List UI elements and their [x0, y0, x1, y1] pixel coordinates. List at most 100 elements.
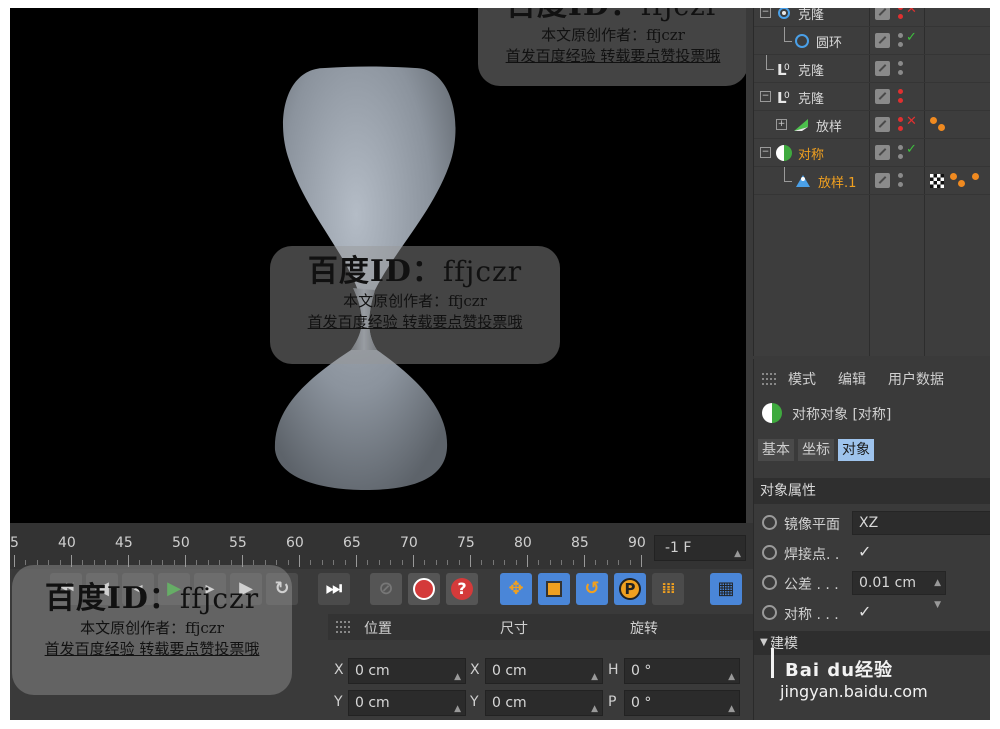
tick-minor [310, 560, 312, 565]
tick-minor [629, 560, 631, 565]
object-row-cloner[interactable]: − 克隆 ✕ [754, 8, 990, 27]
grip-icon[interactable] [336, 621, 350, 633]
rotation-p-input[interactable]: 0 °▲▼ [624, 690, 740, 716]
timeline-ruler[interactable]: 5 40 45 50 55 60 65 70 75 80 85 90 -1 F ▲… [10, 523, 753, 583]
menu-mode[interactable]: 模式 [788, 369, 816, 389]
tolerance-label: 公差 . . . [784, 577, 839, 593]
watermark-notice: 首发百度经验 转载要点赞投票哦 [307, 313, 523, 331]
mirror-plane-label: 镜像平面 [784, 517, 840, 533]
visibility-icon[interactable] [875, 173, 890, 188]
tick-minor [344, 560, 346, 565]
animate-radio[interactable] [762, 605, 777, 620]
watermark-top: 百度ID：ffjczr 本文原创作者：ffjczr 首发百度经验 转载要点赞投票… [478, 8, 746, 86]
size-header: 尺寸 [500, 621, 528, 637]
visibility-icon[interactable] [875, 33, 890, 48]
phong-tag-icon[interactable] [972, 173, 990, 189]
menu-user-data[interactable]: 用户数据 [888, 369, 944, 389]
watermark-notice: 首发百度经验 转载要点赞投票哦 [505, 47, 721, 65]
phong-tag-icon[interactable] [950, 173, 972, 189]
axis-label: H [608, 662, 619, 678]
build-section-label: 建模 [770, 636, 798, 652]
record-disabled-button[interactable]: ⊘ [370, 573, 402, 605]
tick-minor [287, 560, 289, 565]
tick-minor [333, 560, 335, 565]
tick-minor [435, 560, 437, 565]
tick-minor [515, 560, 517, 565]
rotate-tool-button[interactable]: ↺ [576, 573, 608, 605]
move-tool-button[interactable]: ✥ [500, 573, 532, 605]
animate-radio[interactable] [762, 515, 777, 530]
3d-viewport[interactable]: 百度ID：ffjczr 本文原创作者：ffjczr 首发百度经验 转载要点赞投票… [10, 8, 746, 523]
enabled-check-icon[interactable]: ✓ [906, 142, 917, 157]
help-button[interactable]: ? [446, 573, 478, 605]
animate-radio[interactable] [762, 575, 777, 590]
tick-label: 55 [229, 535, 247, 551]
disabled-x-icon[interactable]: ✕ [906, 114, 917, 129]
build-section-header[interactable]: ▼ 建模 [754, 631, 990, 655]
visibility-icon[interactable] [875, 117, 890, 132]
position-x-input[interactable]: 0 cm▲▼ [348, 658, 466, 706]
collapse-icon[interactable]: − [760, 91, 771, 102]
expand-icon[interactable]: + [776, 119, 787, 130]
visibility-icon[interactable] [875, 145, 890, 160]
object-name: 克隆 [798, 64, 825, 79]
object-row-cloner[interactable]: − L0 克隆 [754, 83, 990, 111]
symmetry-icon [776, 145, 792, 161]
go-to-end-button[interactable]: ⏭ [318, 573, 350, 605]
tolerance-input[interactable]: 0.01 cm ▲ ▼ [852, 571, 946, 610]
autokey-button[interactable] [408, 573, 440, 605]
axis-label: X [470, 662, 480, 678]
point-mode-button[interactable]: ⁞⁞⁞ [652, 573, 684, 605]
collapse-icon[interactable]: − [760, 147, 771, 158]
tick-major [527, 555, 528, 567]
tick-minor [561, 560, 563, 565]
tick-minor [618, 560, 620, 565]
disabled-x-icon[interactable]: ✕ [906, 8, 917, 17]
param-tool-button[interactable]: P [614, 573, 646, 605]
enabled-check-icon[interactable]: ✓ [906, 30, 917, 45]
scale-tool-button[interactable] [538, 573, 570, 605]
film-icon: ▦ [717, 578, 735, 599]
tick-major [14, 555, 15, 567]
tab-object[interactable]: 对象 [838, 439, 874, 461]
rotation-h-input[interactable]: 0 °▲▼ [624, 658, 740, 706]
symmetry-icon [762, 403, 782, 423]
menu-edit[interactable]: 编辑 [838, 369, 866, 389]
weld-checkbox[interactable]: ✓ [858, 542, 871, 561]
visibility-icon[interactable] [875, 8, 890, 20]
tick-minor [549, 560, 551, 565]
checker-texture-tag-icon[interactable] [930, 174, 944, 188]
expand-icon[interactable]: − [760, 8, 771, 18]
watermark-id: 百度ID：ffjczr [307, 254, 523, 289]
object-name: 对称 [798, 148, 825, 163]
watermark-author: 本文原创作者：ffjczr [541, 26, 685, 44]
animate-radio[interactable] [762, 545, 777, 560]
visibility-icon[interactable] [875, 61, 890, 76]
circle-icon [795, 34, 809, 48]
tick-major [356, 555, 357, 567]
visibility-icon[interactable] [875, 89, 890, 104]
tab-basic[interactable]: 基本 [758, 439, 794, 461]
object-row-symmetry[interactable]: − 对称 ✓ [754, 139, 990, 167]
axis-label: X [334, 662, 344, 678]
grip-icon[interactable] [762, 373, 776, 385]
weld-label: 焊接点. . [784, 547, 840, 563]
size-y-input[interactable]: 0 cm▲▼ [485, 690, 603, 716]
coordinate-header: 位置 尺寸 旋转 [328, 614, 753, 640]
symmetry-checkbox[interactable]: ✓ [858, 602, 871, 621]
current-frame-field[interactable]: -1 F▲▼ [654, 535, 746, 583]
axis-label: Y [470, 694, 479, 710]
size-x-input[interactable]: 0 cm▲▼ [485, 658, 603, 706]
render-view-button[interactable]: ▦ [710, 573, 742, 605]
object-row-loft-1[interactable]: 放样.1 [754, 167, 990, 195]
tick-label: 90 [628, 535, 646, 551]
axis-label: Y [334, 694, 343, 710]
object-row-loft[interactable]: + 放样 ✕ [754, 111, 990, 139]
object-row-circle[interactable]: 圆环 ✓ [754, 27, 990, 55]
position-y-input[interactable]: 0 cm▲▼ [348, 690, 466, 716]
object-row-cloner[interactable]: L0 克隆 [754, 55, 990, 83]
phong-tag-icon[interactable] [930, 117, 952, 133]
tick-minor [458, 560, 460, 565]
tab-coordinates[interactable]: 坐标 [798, 439, 834, 461]
mirror-plane-dropdown[interactable]: XZ [852, 511, 990, 535]
